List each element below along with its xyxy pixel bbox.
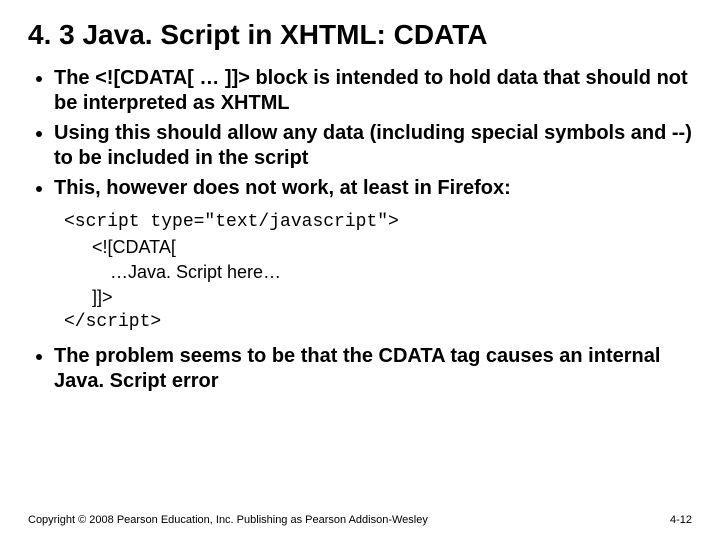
code-line: <![CDATA[ <box>92 235 692 260</box>
code-line: ]]> <box>92 285 692 310</box>
code-block: <script type="text/javascript"> <![CDATA… <box>64 210 692 336</box>
copyright-text: Copyright © 2008 Pearson Education, Inc.… <box>28 514 428 526</box>
bullet-item: Using this should allow any data (includ… <box>54 121 692 172</box>
code-line: …Java. Script here… <box>110 260 692 285</box>
slide-title: 4. 3 Java. Script in XHTML: CDATA <box>28 18 692 52</box>
bullet-list-top: The <![CDATA[ … ]]> block is intended to… <box>28 66 692 202</box>
slide-container: 4. 3 Java. Script in XHTML: CDATA The <!… <box>0 0 720 540</box>
bullet-item: The <![CDATA[ … ]]> block is intended to… <box>54 66 692 117</box>
footer: Copyright © 2008 Pearson Education, Inc.… <box>28 514 692 526</box>
bullet-item: This, however does not work, at least in… <box>54 176 692 202</box>
bullet-list-bottom: The problem seems to be that the CDATA t… <box>28 344 692 395</box>
bullet-item: The problem seems to be that the CDATA t… <box>54 344 692 395</box>
code-line: <script type="text/javascript"> <box>64 210 692 235</box>
code-line: </script> <box>64 310 692 335</box>
slide-number: 4-12 <box>670 514 692 526</box>
